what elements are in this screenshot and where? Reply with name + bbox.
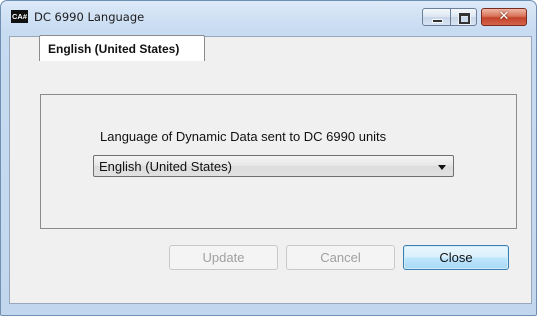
- title-bar[interactable]: CA# DC 6990 Language ✕: [1, 1, 536, 35]
- minimize-button[interactable]: [422, 8, 451, 26]
- close-button[interactable]: Close: [403, 245, 509, 270]
- cancel-button[interactable]: Cancel: [286, 245, 395, 270]
- language-select[interactable]: English (United States): [93, 155, 454, 177]
- window-close-button[interactable]: ✕: [481, 8, 527, 26]
- update-button[interactable]: Update: [169, 245, 278, 270]
- app-icon: CA#: [11, 10, 28, 23]
- window-title: DC 6990 Language: [34, 10, 145, 24]
- language-select-value: English (United States): [99, 159, 232, 174]
- maximize-button[interactable]: [450, 8, 477, 26]
- chevron-down-icon: [438, 165, 446, 170]
- close-icon: ✕: [498, 9, 510, 24]
- app-icon-text: CA#: [12, 12, 28, 21]
- dialog-window: CA# DC 6990 Language ✕ English (United S…: [0, 0, 537, 316]
- tab-label: English (United States): [48, 42, 180, 56]
- tab-english-united-states[interactable]: English (United States): [39, 35, 205, 61]
- language-label: Language of Dynamic Data sent to DC 6990…: [100, 129, 387, 144]
